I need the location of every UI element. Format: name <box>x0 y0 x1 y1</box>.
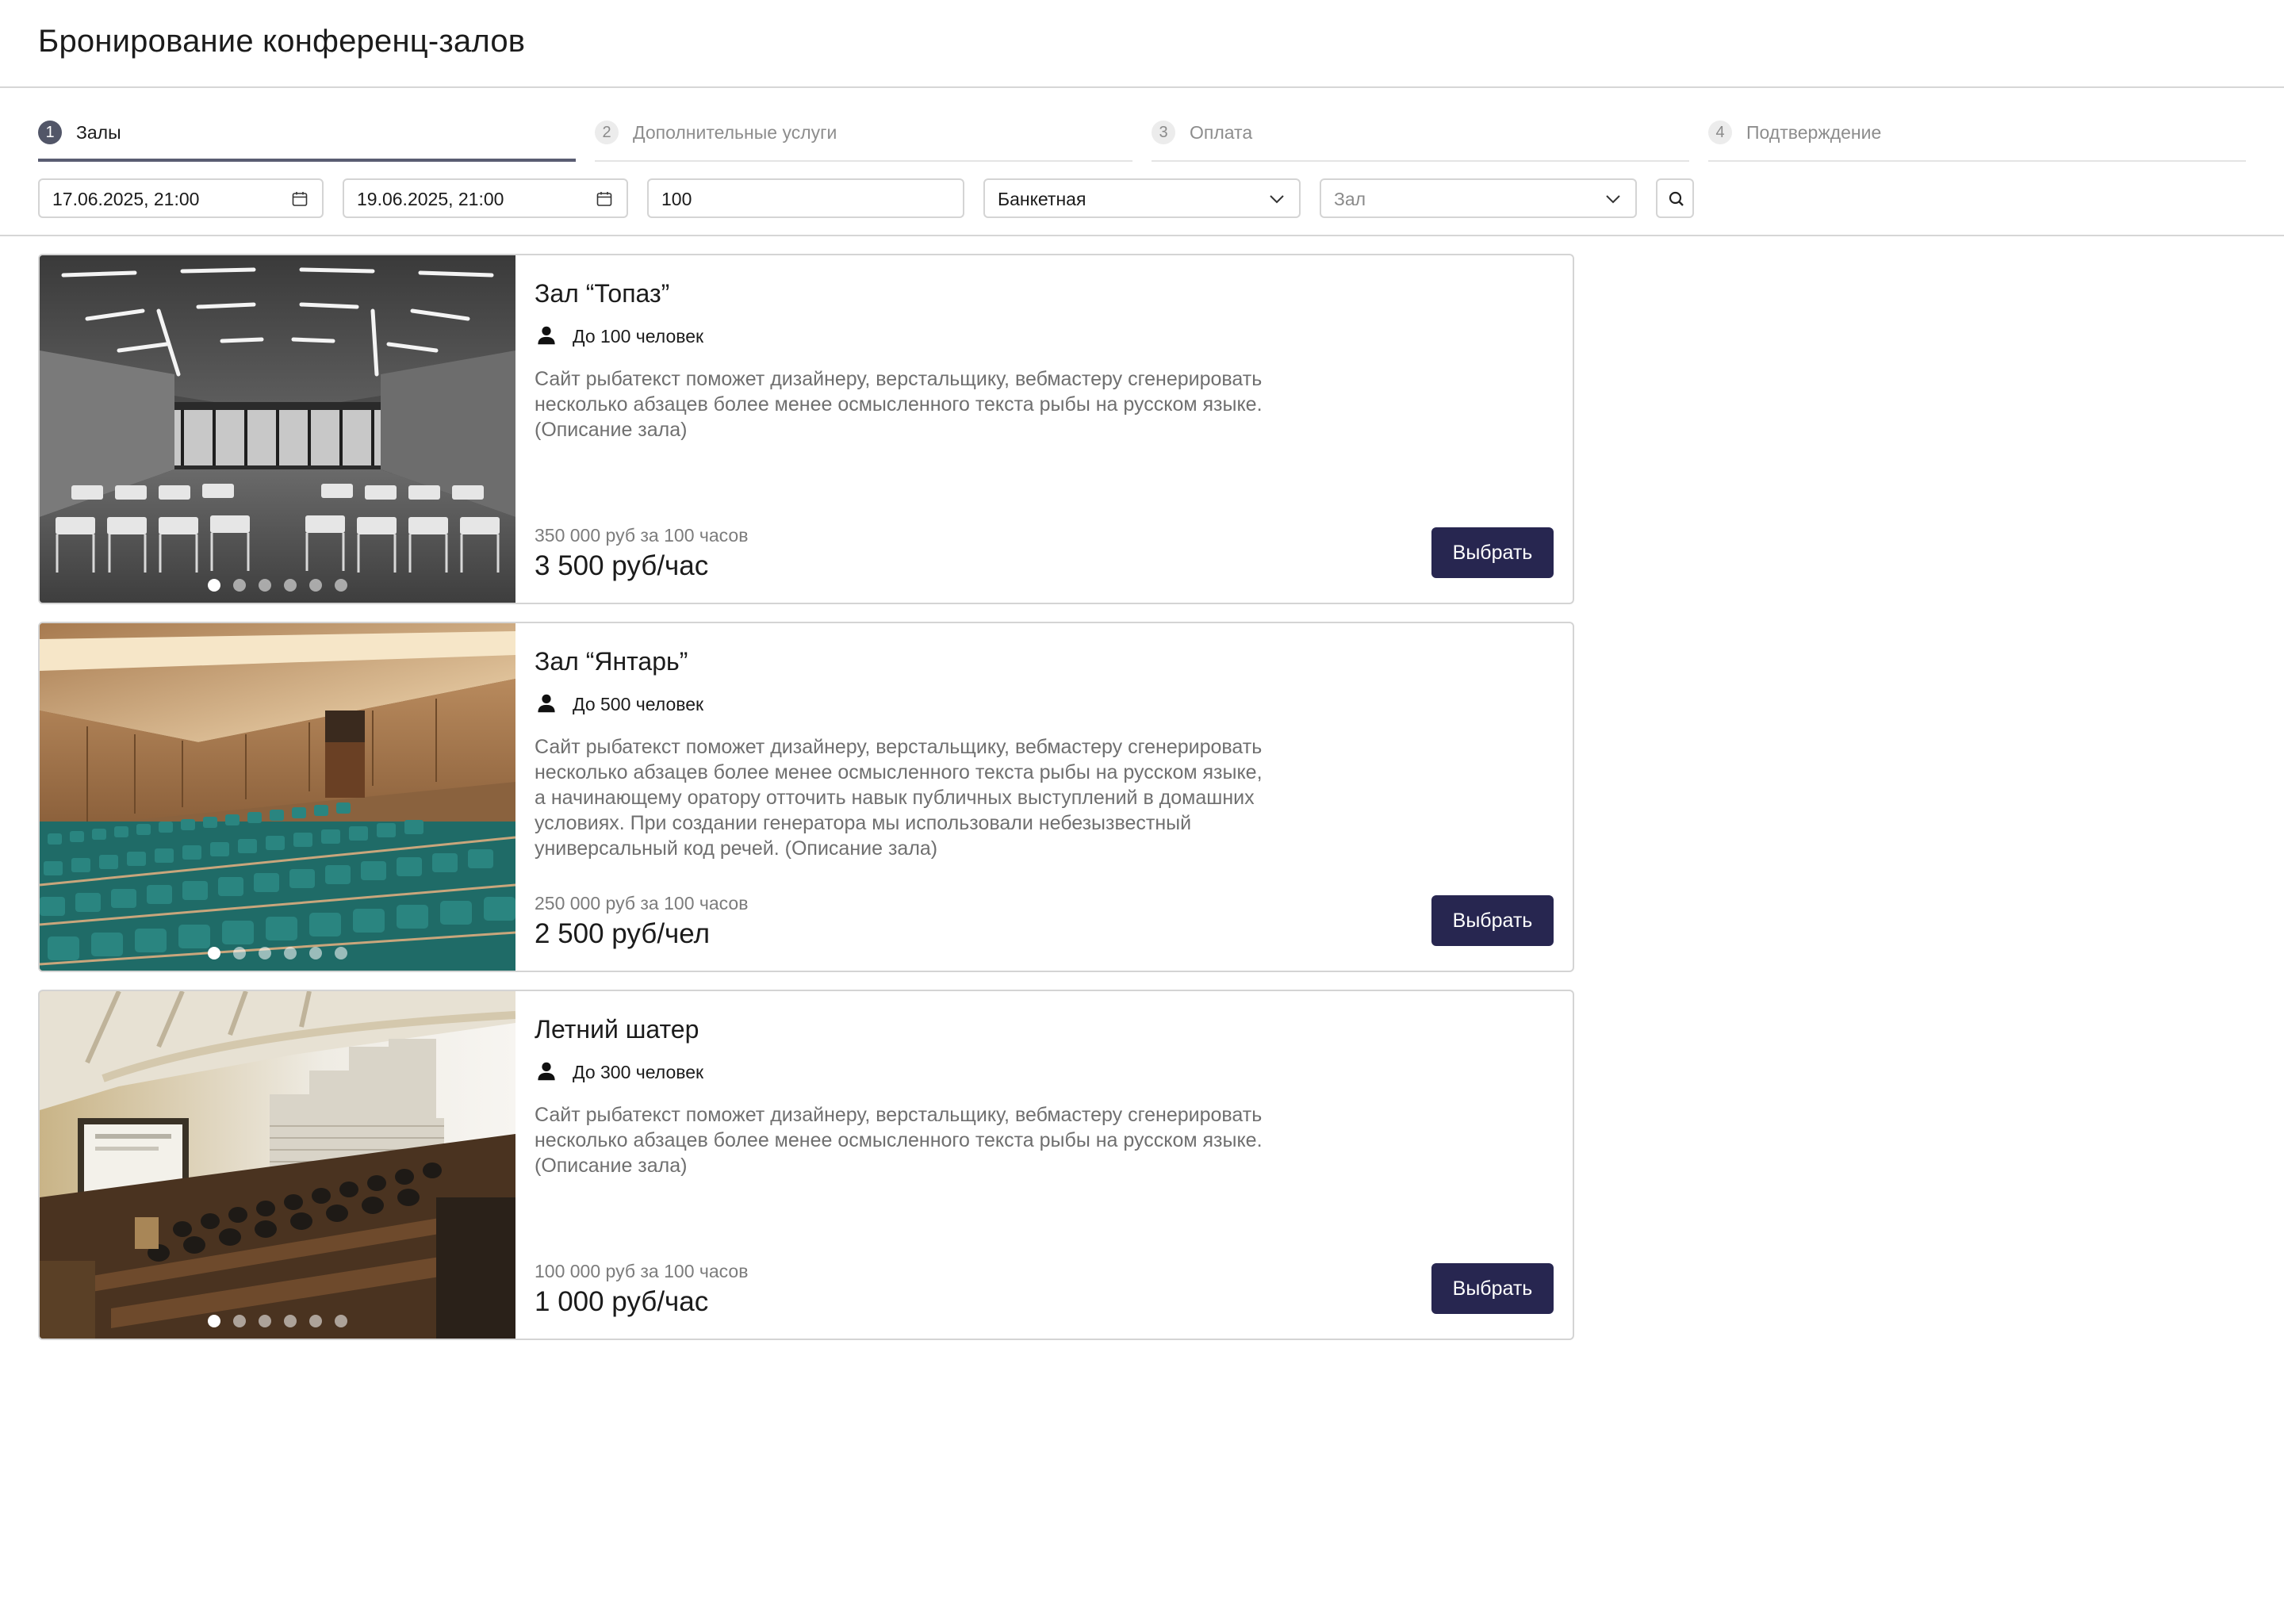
price-total: 250 000 руб за 100 часов <box>535 893 749 914</box>
carousel-dot[interactable] <box>309 1315 322 1327</box>
search-filters: 17.06.2025, 21:00 19.06.2025, 21:00 100 … <box>38 178 1703 218</box>
person-icon <box>538 326 555 345</box>
step-halls[interactable]: 1 Залы <box>38 119 576 162</box>
select-hall-button[interactable]: Выбрать <box>1431 895 1554 946</box>
chevron-down-icon <box>1270 195 1284 204</box>
carousel-dot[interactable] <box>233 947 246 959</box>
hall-card: Летний шатер До 300 человек Сайт рыбатек… <box>38 990 1574 1340</box>
hall-placeholder: Зал <box>1334 189 1366 209</box>
search-button[interactable] <box>1656 178 1694 218</box>
carousel-dot[interactable] <box>309 579 322 592</box>
page-title: Бронирование конференц-залов <box>38 24 526 59</box>
carousel-dot[interactable] <box>233 579 246 592</box>
step-number: 4 <box>1708 121 1732 144</box>
step-number: 1 <box>38 121 62 144</box>
price-total: 100 000 руб за 100 часов <box>535 1261 749 1281</box>
carousel-dot[interactable] <box>335 1315 347 1327</box>
booking-steps: 1 Залы 2 Дополнительные услуги 3 Оплата … <box>38 119 2246 162</box>
carousel-dot[interactable] <box>284 1315 297 1327</box>
hall-name: Зал “Топаз” <box>535 279 670 308</box>
hall-name: Зал “Янтарь” <box>535 647 688 676</box>
hall-description: Сайт рыбатекст поможет дизайнеру, верста… <box>535 1104 1263 1177</box>
person-icon <box>538 1062 555 1081</box>
page-header: Бронирование конференц-залов <box>0 0 2284 88</box>
hall-photo-carousel[interactable] <box>40 623 515 971</box>
carousel-dot[interactable] <box>233 1315 246 1327</box>
carousel-dot[interactable] <box>335 947 347 959</box>
carousel-dot[interactable] <box>309 947 322 959</box>
date-from-value: 17.06.2025, 21:00 <box>52 189 200 209</box>
auditorium-photo-amber <box>40 623 515 971</box>
hall-photo-carousel[interactable] <box>40 255 515 603</box>
carousel-dot[interactable] <box>284 579 297 592</box>
hall-name: Летний шатер <box>535 1015 699 1044</box>
carousel-dot[interactable] <box>259 1315 271 1327</box>
price-rate: 2 500 руб/чел <box>535 918 711 949</box>
seating-select[interactable]: Банкетная <box>983 178 1301 218</box>
select-hall-button[interactable]: Выбрать <box>1431 1263 1554 1314</box>
carousel-dot[interactable] <box>208 579 220 592</box>
step-label: Дополнительные услуги <box>633 122 837 143</box>
hall-card-body: Зал “Топаз” До 100 человек Сайт рыбатекс… <box>535 255 1573 603</box>
hall-photo-carousel[interactable] <box>40 991 515 1339</box>
filters-divider <box>0 235 2284 236</box>
step-payment[interactable]: 3 Оплата <box>1152 119 1689 162</box>
guests-value: 100 <box>661 189 692 209</box>
step-label: Подтверждение <box>1746 122 1882 143</box>
seating-value: Банкетная <box>998 189 1086 209</box>
hall-description: Сайт рыбатекст поможет дизайнеру, верста… <box>535 368 1263 441</box>
lecture-hall-photo <box>40 991 515 1339</box>
step-label: Оплата <box>1190 122 1253 143</box>
step-number: 3 <box>1152 121 1175 144</box>
hall-card: Зал “Янтарь” До 500 человек Сайт рыбатек… <box>38 622 1574 972</box>
calendar-icon[interactable] <box>290 190 309 209</box>
capacity-text: До 100 человек <box>573 326 704 347</box>
carousel-dot[interactable] <box>259 947 271 959</box>
carousel-dot[interactable] <box>259 579 271 592</box>
hall-card-body: Зал “Янтарь” До 500 человек Сайт рыбатек… <box>535 623 1573 971</box>
step-label: Залы <box>76 122 121 143</box>
guests-input[interactable]: 100 <box>647 178 964 218</box>
step-confirmation[interactable]: 4 Подтверждение <box>1708 119 2246 162</box>
hall-card-body: Летний шатер До 300 человек Сайт рыбатек… <box>535 991 1573 1339</box>
step-number: 2 <box>595 121 619 144</box>
carousel-dot[interactable] <box>284 947 297 959</box>
hall-card: Зал “Топаз” До 100 человек Сайт рыбатекс… <box>38 254 1574 604</box>
conference-room-photo-grayscale <box>40 255 515 603</box>
carousel-dot[interactable] <box>335 579 347 592</box>
chevron-down-icon <box>1606 195 1620 204</box>
carousel-dot[interactable] <box>208 1315 220 1327</box>
date-to-value: 19.06.2025, 21:00 <box>357 189 504 209</box>
price-rate: 3 500 руб/час <box>535 550 709 581</box>
capacity-text: До 500 человек <box>573 694 704 714</box>
search-icon <box>1669 191 1684 206</box>
date-from-field[interactable]: 17.06.2025, 21:00 <box>38 178 324 218</box>
capacity-text: До 300 человек <box>573 1062 704 1082</box>
date-to-field[interactable]: 19.06.2025, 21:00 <box>343 178 628 218</box>
calendar-icon[interactable] <box>595 190 614 209</box>
person-icon <box>538 694 555 713</box>
price-rate: 1 000 руб/час <box>535 1286 709 1317</box>
select-hall-button[interactable]: Выбрать <box>1431 527 1554 578</box>
carousel-dot[interactable] <box>208 947 220 959</box>
price-total: 350 000 руб за 100 часов <box>535 525 749 546</box>
hall-select[interactable]: Зал <box>1320 178 1637 218</box>
step-extra-services[interactable]: 2 Дополнительные услуги <box>595 119 1132 162</box>
hall-description: Сайт рыбатекст поможет дизайнеру, верста… <box>535 736 1263 860</box>
